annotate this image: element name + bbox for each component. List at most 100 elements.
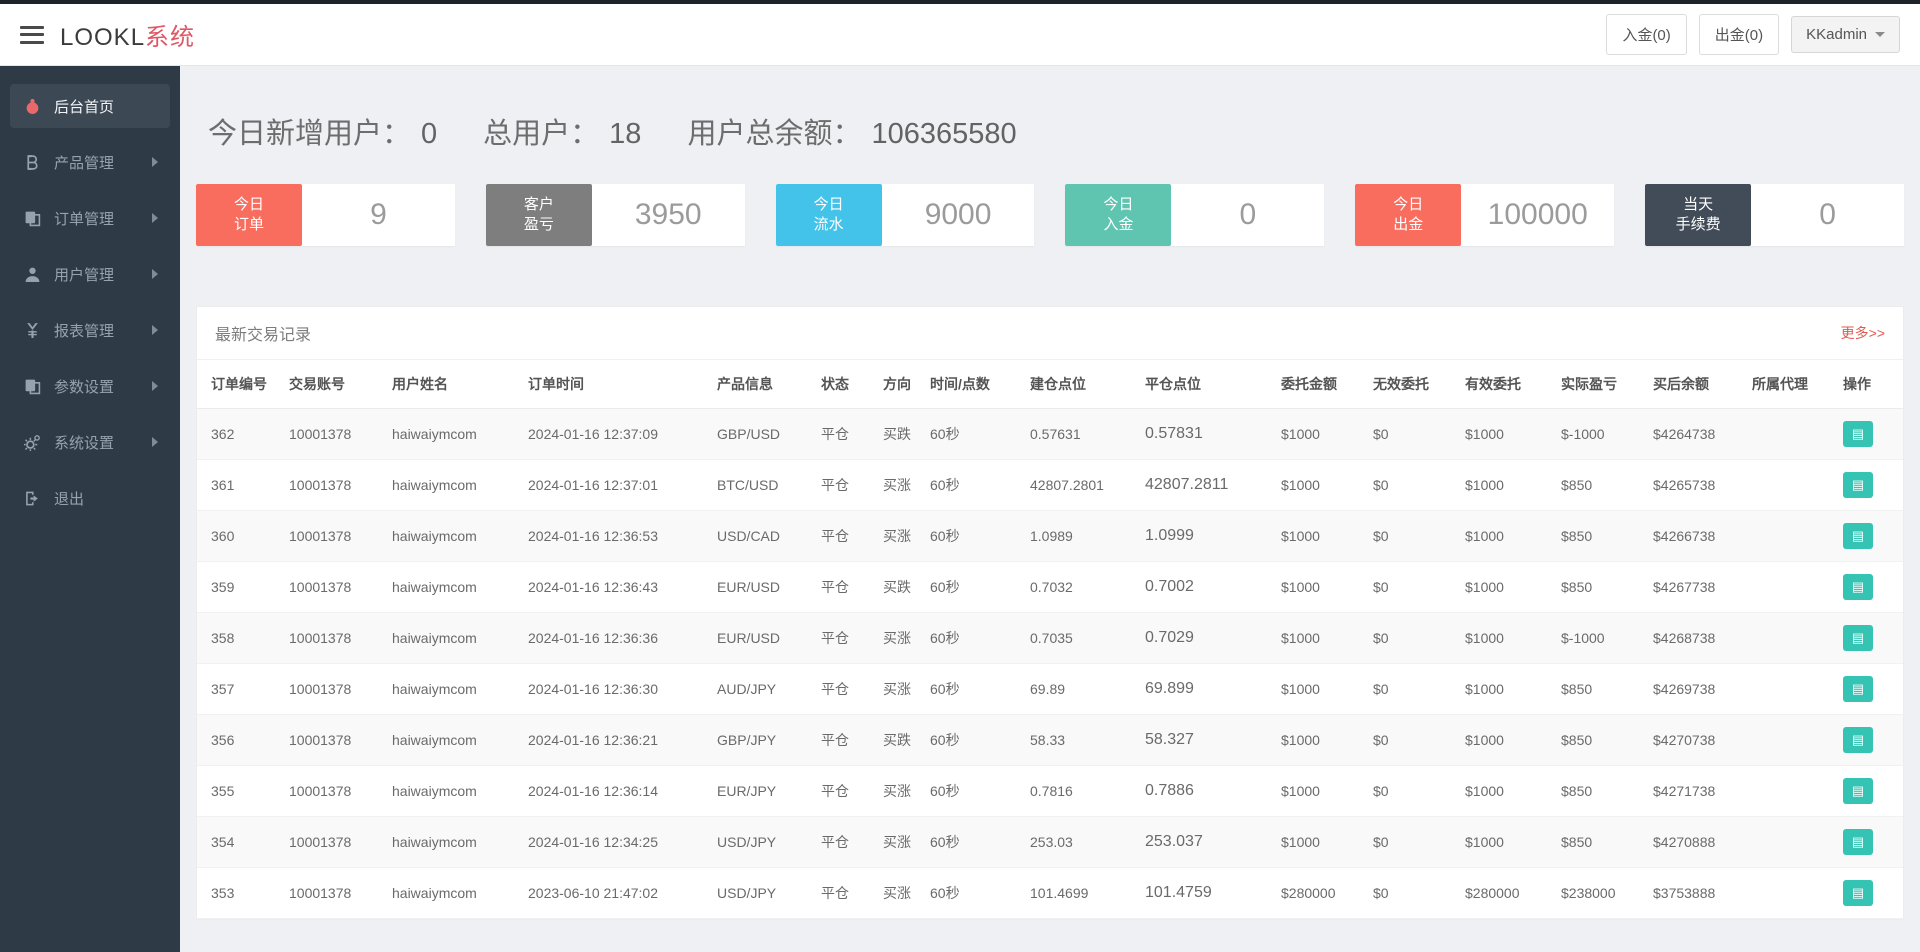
- hamburger-menu-icon[interactable]: [20, 25, 44, 44]
- cell-amount: $1000: [1275, 765, 1367, 817]
- cell-time: 2024-01-16 12:36:53: [522, 510, 711, 562]
- cell-profit: $850: [1555, 663, 1647, 715]
- cell-direction: 买涨: [877, 765, 924, 817]
- cell-product: GBP/JPY: [711, 714, 815, 766]
- cell-open_price: 0.7032: [1024, 561, 1139, 613]
- total-balance-label: 用户总余额：: [687, 118, 862, 150]
- cell-valid: $1000: [1459, 408, 1555, 460]
- sidebar-item-0[interactable]: 后台首页: [10, 84, 170, 128]
- table-row: 357 10001378 haiwaiymcom 2024-01-16 12:36:3…: [197, 663, 1903, 715]
- cell-amount: $1000: [1275, 459, 1367, 511]
- sidebar-item-1[interactable]: 产品管理: [10, 140, 170, 184]
- cell-open_price: 101.4699: [1024, 867, 1139, 919]
- row-detail-button[interactable]: ▤: [1843, 829, 1873, 855]
- cell-order_no: 362: [197, 408, 283, 460]
- panel-title: 最新交易记录: [215, 327, 312, 344]
- stat-card-label: 今日 入金: [1065, 184, 1172, 246]
- sidebar-item-2[interactable]: 订单管理: [10, 196, 170, 240]
- cell-status: 平仓: [815, 714, 877, 766]
- table-row: 356 10001378 haiwaiymcom 2024-01-16 12:36:2…: [197, 714, 1903, 766]
- cell-direction: 买涨: [877, 816, 924, 868]
- column-header: 实际盈亏: [1555, 360, 1647, 409]
- cell-time: 2024-01-16 12:34:25: [522, 816, 711, 868]
- sidebar-item-4[interactable]: 报表管理: [10, 308, 170, 352]
- withdraw-button[interactable]: 出金(0): [1698, 14, 1780, 55]
- table-row: 360 10001378 haiwaiymcom 2024-01-16 12:36:5…: [197, 510, 1903, 562]
- row-detail-button[interactable]: ▤: [1843, 676, 1873, 702]
- sidebar-item-7[interactable]: 退出: [10, 476, 170, 520]
- yen-icon: [22, 320, 42, 340]
- cell-status: 平仓: [815, 765, 877, 817]
- row-detail-button[interactable]: ▤: [1843, 472, 1873, 498]
- cell-direction: 买涨: [877, 663, 924, 715]
- cell-valid: $1000: [1459, 612, 1555, 664]
- cell-duration: 60秒: [924, 816, 1024, 868]
- cell-close_price: 0.7886: [1139, 765, 1275, 817]
- more-link[interactable]: 更多>>: [1841, 323, 1885, 343]
- total-users-label: 总用户：: [483, 118, 600, 150]
- row-detail-button[interactable]: ▤: [1843, 727, 1873, 753]
- user-menu-button[interactable]: KKadmin: [1791, 16, 1900, 53]
- cell-open_price: 253.03: [1024, 816, 1139, 868]
- sidebar-item-3[interactable]: 用户管理: [10, 252, 170, 296]
- table-icon: ▤: [1851, 885, 1865, 900]
- row-detail-button[interactable]: ▤: [1843, 421, 1873, 447]
- cell-product: USD/JPY: [711, 867, 815, 919]
- stat-card-4: 今日 出金 100000: [1355, 184, 1615, 246]
- table-row: 355 10001378 haiwaiymcom 2024-01-16 12:36:1…: [197, 765, 1903, 817]
- sidebar-item-5[interactable]: 参数设置: [10, 364, 170, 408]
- cell-duration: 60秒: [924, 408, 1024, 460]
- cell-duration: 60秒: [924, 510, 1024, 562]
- brand-suffix: 系统: [145, 24, 196, 51]
- cell-valid: $1000: [1459, 816, 1555, 868]
- sidebar-item-6[interactable]: 系统设置: [10, 420, 170, 464]
- row-detail-button[interactable]: ▤: [1843, 574, 1873, 600]
- cell-balance: $4265738: [1647, 459, 1746, 511]
- cell-invalid: $0: [1367, 510, 1459, 562]
- cell-status: 平仓: [815, 561, 877, 613]
- row-detail-button[interactable]: ▤: [1843, 880, 1873, 906]
- sidebar-item-label: 后台首页: [54, 98, 115, 116]
- cell-duration: 60秒: [924, 663, 1024, 715]
- cell-actions: ▤: [1837, 816, 1903, 868]
- cell-status: 平仓: [815, 459, 877, 511]
- cell-open_price: 1.0989: [1024, 510, 1139, 562]
- cell-close_price: 0.57831: [1139, 408, 1275, 460]
- cell-close_price: 0.7002: [1139, 561, 1275, 613]
- cell-direction: 买涨: [877, 612, 924, 664]
- trades-table: 订单编号 交易账号 用户姓名 订单时间 产品信息 状态 方向 时间/点数 建仓点位 平仓点位 委托金…: [197, 360, 1903, 919]
- brand-name: LOOKL: [60, 24, 146, 51]
- cell-valid: $1000: [1459, 561, 1555, 613]
- cell-valid: $1000: [1459, 663, 1555, 715]
- row-detail-button[interactable]: ▤: [1843, 625, 1873, 651]
- cell-actions: ▤: [1837, 561, 1903, 613]
- stat-card-value: 3950: [634, 198, 702, 231]
- cell-open_price: 69.89: [1024, 663, 1139, 715]
- sidebar-item-label: 系统设置: [54, 434, 115, 452]
- column-header: 建仓点位: [1024, 360, 1139, 409]
- main-content: 今日新增用户： 0 总用户： 18 用户总余额： 106365580 今日 订单 9 客户盈…: [180, 66, 1920, 952]
- cell-username: haiwaiymcom: [386, 510, 522, 562]
- cell-amount: $1000: [1275, 612, 1367, 664]
- total-users-value: 18: [609, 118, 642, 150]
- cell-direction: 买涨: [877, 867, 924, 919]
- deposit-button[interactable]: 入金(0): [1606, 14, 1687, 55]
- stat-card-0: 今日 订单 9: [196, 184, 455, 246]
- stat-card-value: 100000: [1487, 198, 1588, 231]
- stat-card-5: 当天 手续费 0: [1645, 184, 1904, 246]
- row-detail-button[interactable]: ▤: [1843, 523, 1873, 549]
- table-header-row: 订单编号 交易账号 用户姓名 订单时间 产品信息 状态 方向 时间/点数 建仓点位 平仓点位 委托金…: [197, 360, 1903, 409]
- cell-open_price: 42807.2801: [1024, 459, 1139, 511]
- cell-username: haiwaiymcom: [386, 816, 522, 868]
- cell-agent: [1746, 561, 1837, 613]
- stat-card-label: 今日 流水: [775, 184, 882, 246]
- cell-actions: ▤: [1837, 459, 1903, 511]
- cell-status: 平仓: [815, 663, 877, 715]
- cell-balance: $4266738: [1647, 510, 1746, 562]
- cell-product: EUR/JPY: [711, 765, 815, 817]
- table-icon: ▤: [1851, 783, 1865, 798]
- stat-cards: 今日 订单 9 客户 盈亏 3950 今日 流水 9000 今日 入金 0 今日 出金 100000 当天 手续…: [196, 184, 1904, 246]
- sidebar-item-label: 产品管理: [54, 154, 115, 172]
- cell-amount: $1000: [1275, 510, 1367, 562]
- row-detail-button[interactable]: ▤: [1843, 778, 1873, 804]
